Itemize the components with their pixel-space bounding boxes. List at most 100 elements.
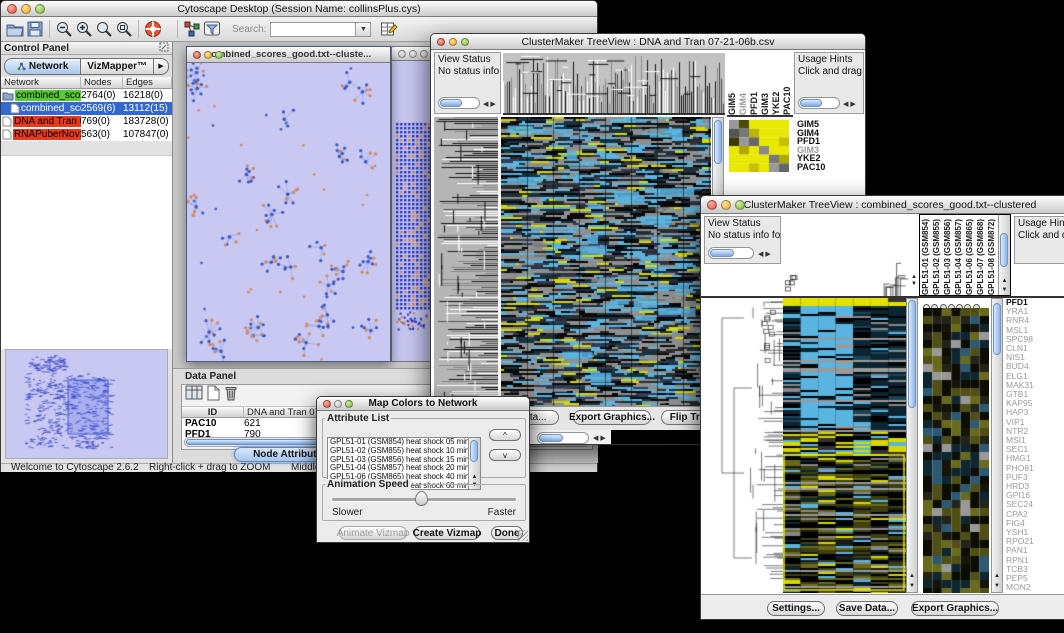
- network-row[interactable]: RNAPuberNov2+ 563(0) 107847(0): [1, 128, 172, 141]
- minimize-button[interactable]: [334, 400, 342, 408]
- treeview2-row-labels: PFD1YRA1RNR4MSL1SPC98CLN1NIS1BUD4ELG1MAK…: [1006, 298, 1064, 594]
- help-lifering-button[interactable]: [143, 19, 163, 39]
- close-button[interactable]: [7, 4, 17, 14]
- network-row-selected[interactable]: combined_sco 2569(6) 13112(15): [1, 102, 172, 115]
- scroll-down-arrow[interactable]: ▼: [999, 287, 1010, 294]
- animate-vizmap-button[interactable]: Animate Vizmap: [339, 526, 407, 540]
- tab-overflow-arrow[interactable]: ▶: [154, 58, 169, 75]
- search-input[interactable]: [270, 22, 356, 37]
- scroll-thumb[interactable]: [1000, 233, 1008, 267]
- treeview1-row-dendrogram[interactable]: [434, 117, 498, 427]
- dialog-titlebar[interactable]: Map Colors to Network: [317, 397, 529, 411]
- network-overview-panel[interactable]: [5, 349, 168, 459]
- scroll-thumb[interactable]: [440, 99, 462, 107]
- scroll-thumb[interactable]: [993, 303, 1001, 355]
- float-panel-icon[interactable]: [159, 39, 169, 57]
- create-vizmap-button[interactable]: Create Vizmap: [414, 526, 480, 540]
- scroll-up-arrow[interactable]: ▲: [992, 573, 1002, 580]
- scroll-thumb[interactable]: [470, 440, 478, 462]
- close-button[interactable]: [437, 38, 445, 46]
- minimize-button[interactable]: [409, 50, 417, 58]
- scroll-thumb[interactable]: [714, 120, 722, 164]
- resize-grip[interactable]: [517, 530, 528, 541]
- scroll-thumb[interactable]: [539, 434, 563, 442]
- close-button[interactable]: [707, 200, 717, 210]
- search-dropdown-button[interactable]: ▼: [356, 22, 371, 37]
- minimize-button[interactable]: [204, 51, 212, 59]
- col-header-nodes[interactable]: Nodes: [81, 77, 123, 89]
- network-row[interactable]: combined_scores 2764(0) 16218(0): [1, 89, 172, 102]
- attribute-editor-button[interactable]: [379, 19, 399, 39]
- export-graphics-button[interactable]: Export Graphics...: [911, 601, 999, 616]
- zoom-selected-button[interactable]: [94, 19, 114, 39]
- scroll-arrows[interactable]: ◀▶: [758, 249, 773, 261]
- zoom-fit-button[interactable]: [114, 19, 134, 39]
- treeview1-heatmap[interactable]: [501, 117, 711, 427]
- speed-slider-thumb[interactable]: [415, 491, 428, 506]
- tab-network[interactable]: Network: [4, 58, 81, 75]
- network-view-canvas-1[interactable]: [187, 63, 390, 361]
- scroll-up-arrow[interactable]: ▲: [469, 474, 480, 481]
- scroll-up-arrow[interactable]: ▲: [907, 573, 917, 580]
- scroll-up-arrow[interactable]: ▲: [999, 278, 1010, 285]
- usage-hints-scrollbar[interactable]: [798, 97, 840, 109]
- zoom-out-button[interactable]: [54, 19, 74, 39]
- zoom-button[interactable]: [215, 51, 223, 59]
- treeview2-column-dendrogram[interactable]: [783, 214, 908, 296]
- zoom-button[interactable]: [35, 4, 45, 14]
- tab-vizmapper[interactable]: VizMapper™: [81, 58, 154, 75]
- treeview1-hscrollbar[interactable]: [537, 432, 589, 444]
- data-col-id[interactable]: ID: [182, 407, 244, 418]
- view-status-scrollbar[interactable]: [438, 97, 480, 109]
- treeview1-titlebar[interactable]: ClusterMaker TreeView : DNA and Tran 07-…: [431, 34, 865, 50]
- scroll-arrows[interactable]: ◀▶: [843, 99, 858, 111]
- treeview2-row-dendrogram[interactable]: [704, 298, 783, 593]
- network-row[interactable]: DNA and Tran 07 769(0) 183728(0): [1, 115, 172, 128]
- save-data-button[interactable]: Save Data...: [836, 601, 898, 616]
- scroll-arrows[interactable]: ◀▶: [483, 99, 498, 111]
- move-attribute-down-button[interactable]: v: [489, 449, 521, 461]
- zoom-button[interactable]: [461, 38, 469, 46]
- new-attribute-icon[interactable]: [207, 385, 220, 406]
- col-header-network[interactable]: Network: [1, 77, 81, 89]
- scroll-thumb[interactable]: [710, 249, 734, 257]
- minimize-button[interactable]: [21, 4, 31, 14]
- filter-button[interactable]: [202, 19, 222, 39]
- minimize-button[interactable]: [721, 200, 731, 210]
- close-button[interactable]: [323, 400, 331, 408]
- scroll-down-arrow[interactable]: ▼: [907, 583, 917, 590]
- scroll-down-arrow[interactable]: ▼: [992, 583, 1002, 590]
- treeview2-titlebar[interactable]: ClusterMaker TreeView : combined_scores_…: [701, 196, 1064, 214]
- view-status-scrollbar[interactable]: [708, 247, 754, 259]
- scroll-thumb[interactable]: [800, 99, 822, 107]
- zoom-button[interactable]: [735, 200, 745, 210]
- settings-button[interactable]: Settings...: [767, 601, 825, 616]
- close-button[interactable]: [193, 51, 201, 59]
- column-labels-scrollbar[interactable]: ▲ ▼: [998, 215, 1010, 295]
- treeview2-heatmap[interactable]: [783, 298, 906, 593]
- scroll-thumb[interactable]: [908, 300, 916, 408]
- treeview1-mini-heatmap[interactable]: [729, 120, 789, 172]
- vizmapper-button[interactable]: [182, 19, 202, 39]
- treeview2-selection-vscrollbar[interactable]: ▲ ▼: [991, 298, 1003, 593]
- treeview1-column-dendrogram[interactable]: [503, 53, 725, 115]
- scroll-arrows[interactable]: ◀▶: [593, 434, 608, 442]
- network-view-canvas-2[interactable]: [392, 61, 432, 361]
- treeview2-selection-heatmap[interactable]: [923, 308, 989, 593]
- zoom-in-button[interactable]: [74, 19, 94, 39]
- main-titlebar[interactable]: Cytoscape Desktop (Session Name: collins…: [1, 1, 597, 17]
- open-session-button[interactable]: [5, 19, 25, 39]
- export-graphics-button[interactable]: Export Graphics...: [573, 410, 651, 425]
- attribute-list-scrollbar[interactable]: ▲ ▼: [468, 438, 480, 489]
- col-header-edges[interactable]: Edges: [123, 77, 172, 89]
- close-button[interactable]: [398, 50, 406, 58]
- network-overview-canvas[interactable]: [6, 350, 167, 458]
- zoom-button[interactable]: [345, 400, 353, 408]
- select-attributes-icon[interactable]: [185, 385, 203, 406]
- move-attribute-up-button[interactable]: ^: [489, 429, 521, 441]
- delete-attribute-icon[interactable]: [224, 385, 238, 406]
- treeview2-vscrollbar[interactable]: ▲ ▼: [906, 298, 918, 593]
- zoom-button[interactable]: [420, 50, 428, 58]
- minimize-button[interactable]: [449, 38, 457, 46]
- save-session-button[interactable]: [25, 19, 45, 39]
